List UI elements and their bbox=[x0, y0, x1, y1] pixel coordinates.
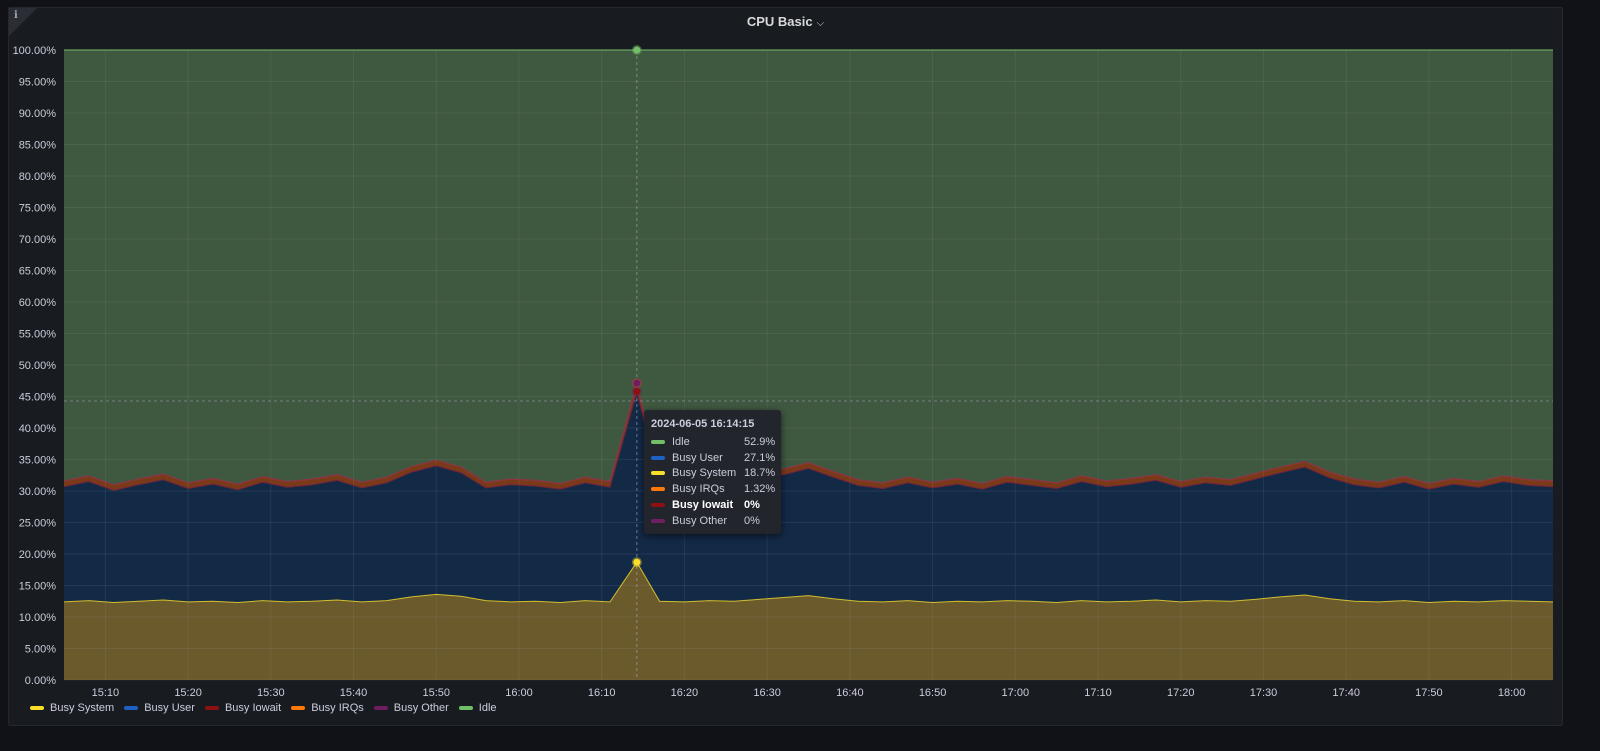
x-tick-label: 15:40 bbox=[340, 687, 368, 699]
x-tick-label: 18:00 bbox=[1498, 687, 1526, 699]
x-tick-label: 16:40 bbox=[836, 687, 864, 699]
tooltip-label: Busy IRQs bbox=[672, 483, 725, 496]
y-tick-label: 75.00% bbox=[19, 203, 57, 215]
tooltip-label: Busy User bbox=[672, 451, 723, 464]
y-tick-label: 85.00% bbox=[19, 140, 57, 152]
cpu-chart[interactable]: 0.00% 5.00% 10.00% 15.00% 20.00% 25.00% 30.00%… bbox=[0, 0, 1600, 751]
y-tick-label: 30.00% bbox=[19, 486, 57, 498]
y-tick-label: 70.00% bbox=[19, 234, 57, 246]
tooltip-swatch bbox=[651, 487, 665, 492]
legend-label: Busy IRQs bbox=[311, 702, 364, 714]
y-tick-label: 40.00% bbox=[19, 423, 57, 435]
legend-item[interactable]: Busy Other bbox=[373, 702, 449, 714]
hover-point bbox=[631, 557, 642, 568]
legend-label: Idle bbox=[478, 702, 497, 714]
tooltip-value: 18.7% bbox=[744, 467, 776, 480]
tooltip-swatch bbox=[651, 503, 665, 508]
y-tick-label: 55.00% bbox=[19, 329, 57, 341]
x-tick-label: 17:40 bbox=[1332, 687, 1360, 699]
tooltip-row: Busy System 18.7% bbox=[651, 466, 776, 482]
legend-label: Busy System bbox=[50, 702, 115, 714]
area-idle bbox=[64, 50, 1553, 485]
tooltip-swatch bbox=[651, 439, 665, 444]
legend-label: Busy Iowait bbox=[224, 702, 282, 714]
hover-point bbox=[631, 386, 642, 397]
x-tick-label: 17:50 bbox=[1415, 687, 1443, 699]
legend-swatch bbox=[291, 706, 306, 710]
y-tick-label: 50.00% bbox=[19, 360, 57, 372]
tooltip-row: Idle 52.9% bbox=[651, 434, 776, 450]
tooltip-label: Busy Iowait bbox=[672, 499, 734, 512]
tooltip-label: Busy Other bbox=[672, 514, 728, 527]
x-tick-label: 16:20 bbox=[671, 687, 699, 699]
y-tick-label: 0.00% bbox=[25, 675, 56, 687]
y-tick-label: 5.00% bbox=[25, 644, 56, 656]
legend: Busy System Busy User Busy Iowait Busy IRQs… bbox=[30, 702, 497, 714]
x-tick-label: 17:30 bbox=[1250, 687, 1278, 699]
x-tick-label: 15:50 bbox=[422, 687, 450, 699]
x-tick-label: 16:10 bbox=[588, 687, 616, 699]
x-tick-label: 17:20 bbox=[1167, 687, 1195, 699]
tooltip-value: 0% bbox=[744, 499, 760, 512]
y-tick-label: 45.00% bbox=[19, 392, 57, 404]
tooltip-time: 2024-06-05 16:14:15 bbox=[651, 418, 755, 430]
legend-label: Busy User bbox=[144, 702, 195, 714]
legend-item[interactable]: Idle bbox=[458, 702, 497, 714]
tooltip-row: Busy Iowait 0% bbox=[651, 497, 774, 513]
x-tick-label: 15:30 bbox=[257, 687, 285, 699]
tooltip-value: 27.1% bbox=[744, 451, 776, 464]
legend-item[interactable]: Busy System bbox=[30, 702, 114, 714]
tooltip-row: Busy User 27.1% bbox=[651, 450, 776, 466]
x-tick-label: 16:50 bbox=[919, 687, 947, 699]
tooltip-row: Busy Other 0% bbox=[651, 513, 774, 529]
y-tick-label: 35.00% bbox=[19, 455, 57, 467]
x-tick-label: 17:00 bbox=[1002, 687, 1030, 699]
y-tick-label: 95.00% bbox=[19, 77, 57, 89]
tooltip-label: Busy System bbox=[672, 467, 737, 480]
y-tick-label: 90.00% bbox=[19, 108, 57, 120]
x-tick-label: 17:10 bbox=[1084, 687, 1112, 699]
tooltip-value: 0% bbox=[744, 514, 760, 527]
y-tick-label: 65.00% bbox=[19, 266, 57, 278]
hover-point bbox=[631, 378, 642, 389]
legend-item[interactable]: Busy Iowait bbox=[204, 702, 282, 714]
legend-swatch bbox=[373, 706, 388, 710]
legend-swatch bbox=[30, 706, 44, 710]
legend-item[interactable]: Busy User bbox=[124, 702, 195, 714]
tooltip-swatch bbox=[651, 455, 665, 460]
tooltip-swatch bbox=[651, 518, 665, 523]
hover-point bbox=[631, 45, 642, 55]
legend-item[interactable]: Busy IRQs bbox=[291, 702, 364, 714]
y-tick-label: 100.00% bbox=[13, 45, 57, 57]
y-tick-label: 10.00% bbox=[19, 612, 57, 624]
y-tick-label: 25.00% bbox=[19, 518, 57, 530]
tooltip-value: 52.9% bbox=[744, 435, 776, 448]
legend-swatch bbox=[204, 706, 219, 710]
tooltip-row: Busy IRQs 1.32% bbox=[651, 481, 776, 497]
tooltip-label: Idle bbox=[672, 435, 690, 448]
legend-swatch bbox=[458, 706, 473, 710]
legend-swatch bbox=[124, 706, 139, 710]
x-tick-label: 15:10 bbox=[92, 687, 120, 699]
x-tick-label: 16:30 bbox=[753, 687, 781, 699]
tooltip-value: 1.32% bbox=[744, 483, 776, 496]
y-tick-label: 80.00% bbox=[19, 171, 57, 183]
y-tick-label: 20.00% bbox=[19, 549, 57, 561]
x-tick-label: 15:20 bbox=[174, 687, 202, 699]
tooltip: 2024-06-05 16:14:15 Idle 52.9% Busy User 27… bbox=[644, 410, 781, 534]
tooltip-swatch bbox=[651, 471, 665, 476]
x-tick-label: 16:00 bbox=[505, 687, 533, 699]
y-tick-label: 15.00% bbox=[19, 581, 57, 593]
y-tick-label: 60.00% bbox=[19, 297, 57, 309]
legend-label: Busy Other bbox=[393, 702, 449, 714]
